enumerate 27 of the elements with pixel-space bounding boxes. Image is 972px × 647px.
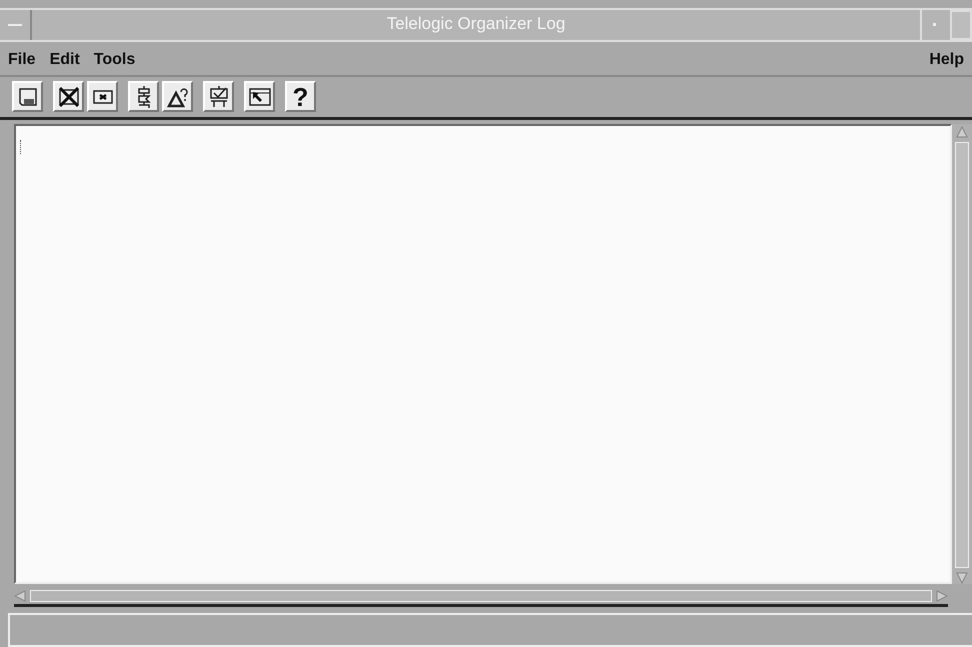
toolbar-button[interactable] xyxy=(87,81,118,112)
right-arrow-icon xyxy=(936,590,948,602)
scroll-thumb[interactable] xyxy=(955,142,969,568)
toolbar-button[interactable] xyxy=(162,81,193,112)
arrow-window-icon xyxy=(248,88,270,106)
horizontal-scrollbar[interactable] xyxy=(14,588,948,608)
menu-item[interactable]: Help xyxy=(929,50,964,69)
cross-icon xyxy=(58,86,80,107)
window-x-icon xyxy=(92,88,112,105)
scroll-thumb[interactable] xyxy=(30,590,932,602)
menu-item[interactable]: Tools xyxy=(94,50,136,69)
vertical-scrollbar[interactable] xyxy=(952,124,972,584)
down-arrow-icon xyxy=(956,572,968,584)
flowchart-icon xyxy=(136,86,152,108)
up-arrow-icon xyxy=(956,126,968,138)
help-button[interactable]: ? xyxy=(285,81,316,112)
toolbar-button[interactable] xyxy=(128,81,159,112)
menu-item[interactable]: File xyxy=(8,50,36,69)
toolbar-button[interactable] xyxy=(203,81,234,112)
menu-item[interactable]: Edit xyxy=(50,50,80,69)
toolbar-button[interactable] xyxy=(53,81,84,112)
checkmark-box-icon xyxy=(208,86,230,108)
triangle-question-icon xyxy=(166,86,188,108)
window-title: Telelogic Organizer Log xyxy=(386,13,566,35)
toolbar-button[interactable] xyxy=(244,81,275,112)
toolbar-button[interactable] xyxy=(12,81,43,112)
left-arrow-icon xyxy=(14,590,26,602)
